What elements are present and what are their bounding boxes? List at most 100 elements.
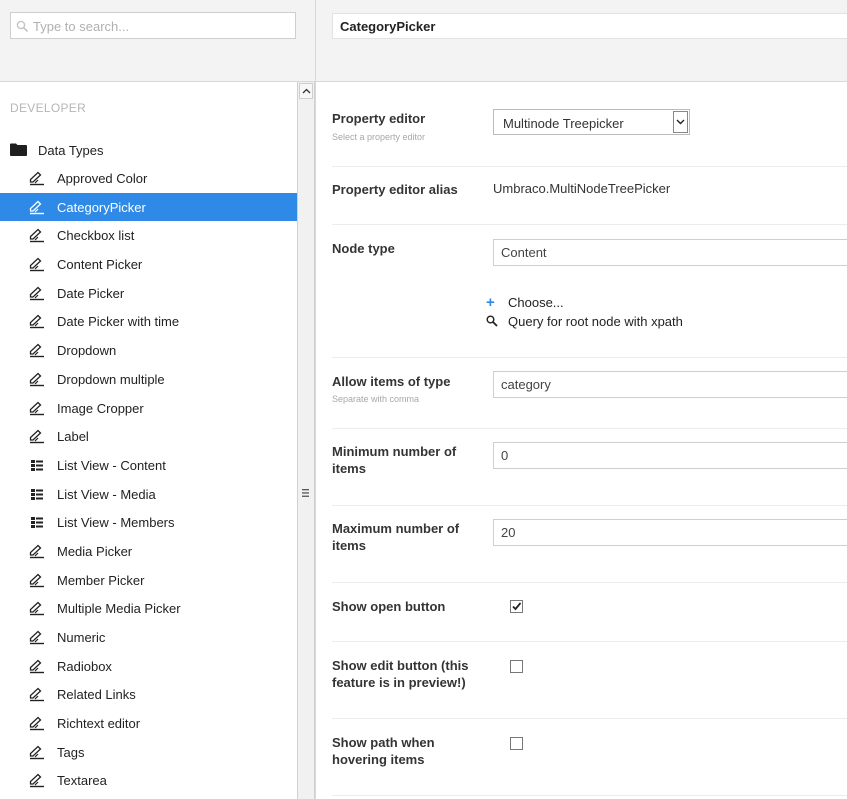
edit-icon: [29, 745, 45, 760]
min-items-field[interactable]: [493, 442, 847, 469]
scroll-up-button[interactable]: [299, 83, 313, 99]
scrollbar[interactable]: [297, 82, 315, 799]
tree-item[interactable]: Image Cropper: [0, 394, 297, 423]
list-view-icon: [29, 458, 45, 473]
search-icon: [16, 20, 29, 33]
choose-label: Choose...: [508, 295, 564, 310]
row-max-items: Maximum number of items: [332, 506, 847, 583]
tree-item-label: Approved Color: [57, 171, 148, 186]
tree-item[interactable]: List View - Media: [0, 480, 297, 509]
search-box[interactable]: [10, 12, 296, 39]
edit-icon: [29, 228, 45, 243]
tree-item-label: Tags: [57, 744, 85, 760]
row-allow-items: Allow items of type Separate with comma: [332, 358, 847, 429]
tree-item-label: Date Picker with time: [57, 314, 180, 330]
node-type-input[interactable]: [494, 240, 847, 265]
show-edit-label: Show edit button (this feature is in pre…: [332, 658, 469, 690]
editor-form: Property editor Select a property editor…: [315, 82, 847, 799]
tree-item[interactable]: Textarea: [0, 766, 297, 795]
max-items-input[interactable]: [494, 520, 847, 545]
tree-item-label: Numeric: [57, 630, 106, 645]
tree-item-label: Related Links: [57, 687, 136, 703]
property-editor-value: Multinode Treepicker: [503, 116, 624, 131]
tree-item[interactable]: Label: [0, 422, 297, 451]
min-items-label: Minimum number of items: [332, 444, 457, 476]
show-open-label: Show open button: [332, 599, 446, 614]
tree-item[interactable]: List View - Content: [0, 451, 297, 480]
tree-item[interactable]: Checkbox list: [0, 221, 297, 250]
edit-icon: [29, 401, 45, 416]
name-input[interactable]: [333, 14, 847, 38]
tree-item[interactable]: Related Links: [0, 680, 297, 709]
node-type-field[interactable]: [493, 239, 847, 266]
property-editor-desc: Select a property editor: [332, 132, 426, 142]
search-icon: [486, 315, 498, 327]
edit-icon: [29, 286, 45, 301]
xpath-label: Query for root node with xpath: [508, 314, 683, 329]
tree-item-label: CategoryPicker: [57, 199, 146, 215]
edit-icon: [29, 372, 45, 387]
plus-icon: +: [486, 294, 495, 311]
row-min-items: Minimum number of items: [332, 429, 847, 506]
row-show-path: Show path when hovering items: [332, 719, 847, 796]
tree-item-label: Media Picker: [57, 543, 133, 559]
tree-item-label: Label: [57, 429, 89, 445]
tree-item[interactable]: Dropdown multiple: [0, 365, 297, 394]
max-items-field[interactable]: [493, 519, 847, 546]
tree-item[interactable]: List View - Members: [0, 508, 297, 537]
tree-root-data-types[interactable]: Data Types: [0, 136, 297, 164]
tree-item[interactable]: Content Picker: [0, 250, 297, 279]
row-property-editor: Property editor Select a property editor…: [332, 82, 847, 167]
show-open-checkbox[interactable]: [510, 600, 523, 613]
tree-item[interactable]: Tags: [0, 738, 297, 767]
tree-item[interactable]: Date Picker: [0, 279, 297, 308]
tree-item-label: Content Picker: [57, 257, 143, 273]
tree-root-label: Data Types: [38, 143, 104, 158]
tree-item-label: Date Picker: [57, 285, 125, 301]
list-view-icon: [29, 487, 45, 502]
list-view-icon: [29, 515, 45, 530]
name-field[interactable]: [332, 13, 847, 39]
tree-item-label: Image Cropper: [57, 400, 144, 416]
tree-item[interactable]: Member Picker: [0, 566, 297, 595]
resize-grip-icon[interactable]: [301, 488, 310, 498]
search-area: [0, 0, 315, 82]
allow-items-field[interactable]: [493, 371, 847, 398]
tree-item-label: List View - Media: [57, 486, 156, 502]
show-path-checkbox[interactable]: [510, 737, 523, 750]
tree-items: Approved Color CategoryPicker Checkbox lis…: [0, 164, 297, 795]
node-type-label: Node type: [332, 241, 395, 256]
tree-item[interactable]: CategoryPicker: [0, 192, 297, 222]
show-edit-checkbox[interactable]: [510, 660, 523, 673]
tree-item-label: Dropdown: [57, 343, 117, 359]
tree-item[interactable]: Approved Color: [0, 164, 297, 193]
tree-item[interactable]: Richtext editor: [0, 709, 297, 738]
allow-items-desc: Separate with comma: [332, 394, 420, 404]
editor-header: [315, 0, 847, 82]
tree-item[interactable]: Media Picker: [0, 537, 297, 566]
tree-item-label: List View - Members: [57, 515, 175, 531]
property-editor-label: Property editor: [332, 111, 426, 126]
tree-item[interactable]: Numeric: [0, 623, 297, 652]
tree-item-label: Multiple Media Picker: [57, 601, 181, 617]
property-editor-select[interactable]: Multinode Treepicker: [493, 109, 690, 135]
tree-item[interactable]: Dropdown: [0, 336, 297, 365]
tree-item-label: Member Picker: [57, 572, 145, 588]
tree-panel: DEVELOPER Data Types Approved Color Categ…: [0, 0, 315, 799]
allow-items-input[interactable]: [494, 372, 847, 397]
alias-value: Umbraco.MultiNodeTreePicker: [493, 181, 671, 196]
tree-item-label: Textarea: [57, 773, 107, 789]
min-items-input[interactable]: [494, 443, 847, 468]
tree-item[interactable]: Radiobox: [0, 652, 297, 681]
search-input[interactable]: [33, 16, 291, 36]
section-label: DEVELOPER: [10, 101, 87, 115]
edit-icon: [29, 659, 45, 674]
row-show-open: Show open button: [332, 583, 847, 642]
tree-item[interactable]: Multiple Media Picker: [0, 594, 297, 623]
tree-item[interactable]: Date Picker with time: [0, 307, 297, 336]
show-path-label: Show path when hovering items: [332, 735, 435, 767]
tree-item-label: List View - Content: [57, 457, 166, 473]
edit-icon: [29, 200, 45, 215]
folder-icon: [10, 143, 27, 156]
dropdown-arrow[interactable]: [673, 111, 688, 133]
